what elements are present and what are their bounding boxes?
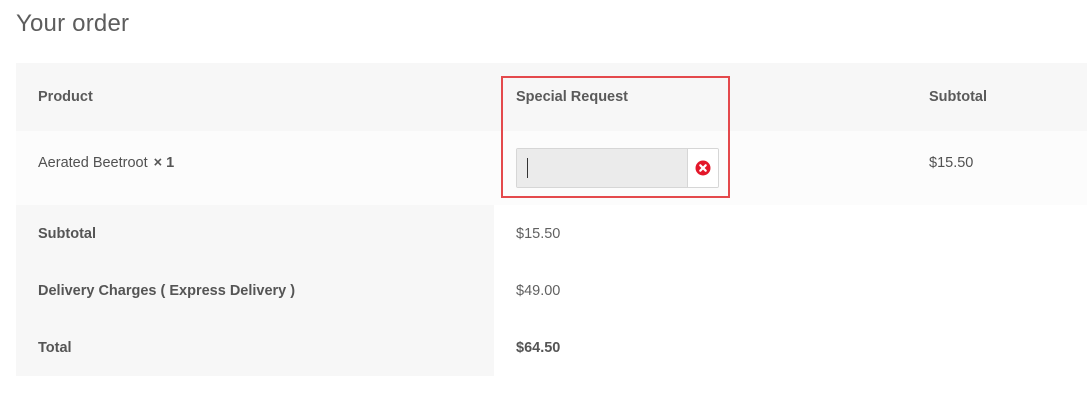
totals-row-subtotal: Subtotal $15.50	[16, 205, 560, 262]
totals-label: Subtotal	[38, 225, 96, 242]
clear-button[interactable]	[687, 149, 718, 187]
special-request-field[interactable]	[516, 148, 719, 188]
totals-label: Total	[38, 339, 72, 356]
item-subtotal: $15.50	[929, 155, 974, 171]
totals-value: $64.50	[516, 339, 561, 356]
order-heading: Your order	[16, 10, 130, 37]
product-name: Aerated Beetroot	[38, 155, 148, 171]
table-header-row: Product Special Request Subtotal	[16, 63, 1087, 131]
special-request-input[interactable]	[517, 149, 687, 187]
totals-row-total: Total $64.50	[16, 319, 560, 376]
totals-label: Delivery Charges ( Express Delivery )	[38, 282, 296, 299]
header-special-request: Special Request	[516, 89, 629, 105]
text-cursor	[527, 158, 528, 178]
product-cell: Aerated Beetroot × 1	[38, 121, 174, 205]
totals-value: $15.50	[516, 225, 561, 242]
clear-circle-icon	[695, 160, 711, 176]
product-quantity: × 1	[153, 155, 175, 171]
totals-value: $49.00	[516, 282, 561, 299]
totals-row-delivery: Delivery Charges ( Express Delivery ) $4…	[16, 262, 560, 319]
